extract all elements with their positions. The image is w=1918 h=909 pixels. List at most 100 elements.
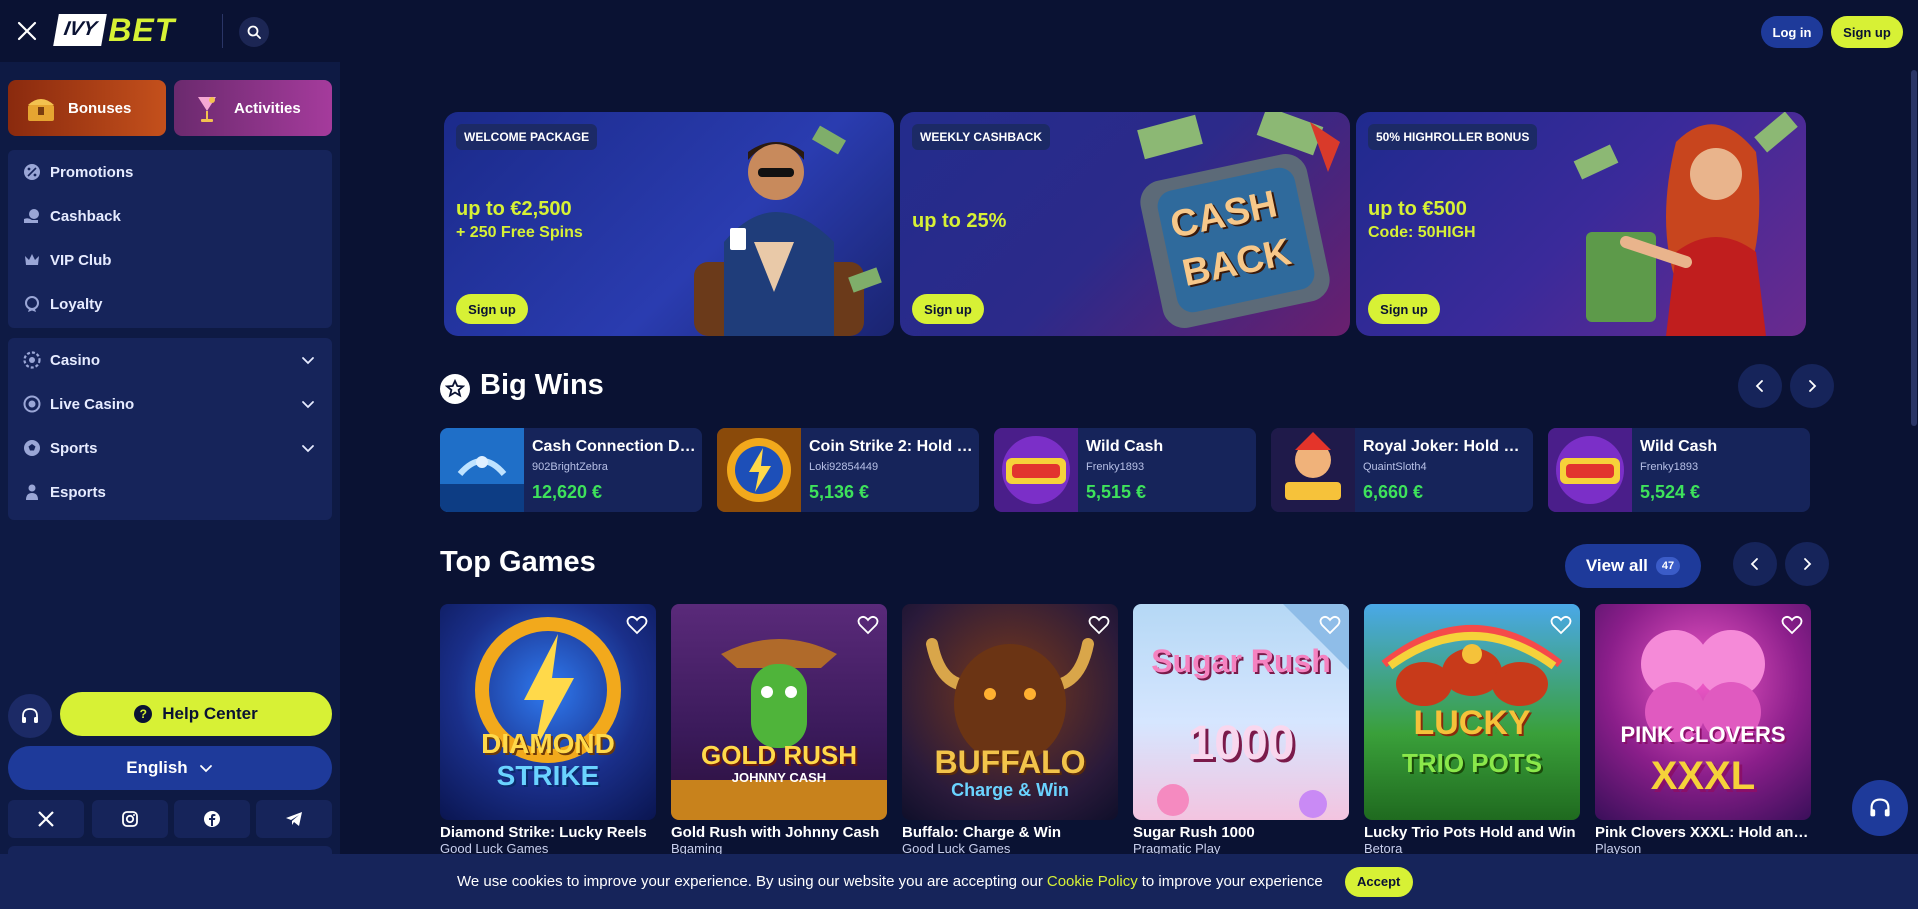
language-selector[interactable]: English (8, 746, 332, 790)
woman-illustration (1573, 112, 1798, 336)
big-win-card[interactable]: Coin Strike 2: Hold a... Loki92854449 5,… (717, 428, 979, 512)
win-amount: 5,515 € (1086, 482, 1147, 502)
live-support-button[interactable] (1852, 780, 1908, 836)
win-game-name: Coin Strike 2: Hold a... (809, 438, 973, 455)
chevron-left-icon (1750, 558, 1758, 570)
win-game-name: Royal Joker: Hold an... (1363, 438, 1527, 455)
favorite-heart-icon[interactable] (1781, 614, 1803, 636)
game-card[interactable]: PINK CLOVERS XXXL Pink Clovers XXXL: Hol… (1595, 604, 1811, 856)
game-card[interactable]: GOLD RUSH JOHNNY CASH Gold Rush with Joh… (671, 604, 887, 856)
help-center-button[interactable]: ? Help Center (60, 692, 332, 736)
game-art-title: GOLD RUSH (701, 740, 857, 770)
promo-headline: up to 25% (912, 210, 1007, 232)
headset-icon (1870, 798, 1890, 817)
promo-highroller[interactable]: 50% HIGHROLLER BONUS up to €500 Code: 50… (1356, 112, 1806, 336)
scrollbar-thumb[interactable] (1911, 70, 1917, 426)
sidebar-item-label: VIP Club (50, 251, 112, 269)
telegram-icon[interactable] (256, 800, 332, 838)
game-name: Buffalo: Charge & Win (902, 824, 1062, 841)
game-card[interactable]: Sugar Rush 1000 Sugar Rush 1000 Pragmati… (1133, 604, 1349, 856)
promo-cashback[interactable]: CASH BACK WEEKLY CASHBACK up to 25% Sign… (900, 112, 1350, 336)
language-label: English (126, 758, 188, 777)
promo-signup-button[interactable]: Sign up (456, 294, 528, 324)
favorite-heart-icon[interactable] (1550, 614, 1572, 636)
search-icon[interactable] (239, 17, 269, 47)
chevron-down-icon[interactable] (300, 440, 316, 456)
game-art-subtitle: STRIKE (496, 760, 600, 791)
favorite-heart-icon[interactable] (857, 614, 879, 636)
x-icon[interactable] (8, 800, 84, 838)
facebook-icon[interactable] (174, 800, 250, 838)
sidebar-item-label: Loyalty (50, 295, 103, 313)
game-card[interactable]: DIAMOND STRIKE Diamond Strike: Lucky Ree… (440, 604, 656, 856)
game-art-title: LUCKY (1413, 704, 1531, 742)
win-amount: 5,136 € (809, 482, 870, 502)
game-card[interactable]: LUCKY TRIO POTS Lucky Trio Pots Hold and… (1364, 604, 1580, 856)
sidebar-item-live-casino[interactable]: Live Casino (8, 382, 332, 426)
login-button[interactable]: Log in (1761, 16, 1823, 48)
game-card[interactable]: BUFFALO Charge & Win Buffalo: Charge & W… (902, 604, 1118, 856)
game-name: Sugar Rush 1000 (1133, 824, 1255, 841)
menu-secondary: Casino Live Casino Sports Esports (8, 338, 332, 520)
tab-bonuses-label: Bonuses (68, 99, 132, 117)
sidebar-item-sports[interactable]: Sports (8, 426, 332, 470)
cookie-policy-link[interactable]: Cookie Policy (1047, 873, 1138, 890)
close-icon[interactable] (16, 20, 38, 42)
signup-button[interactable]: Sign up (1831, 16, 1903, 48)
chevron-down-icon[interactable] (300, 396, 316, 412)
tab-bonuses[interactable]: Bonuses (8, 80, 166, 136)
promo-signup-button[interactable]: Sign up (1368, 294, 1440, 324)
sidebar-item-promotions[interactable]: Promotions (8, 150, 332, 194)
headset-icon[interactable] (8, 694, 52, 738)
game-art-title: Sugar Rush (1151, 643, 1331, 679)
sidebar-item-vip-club[interactable]: VIP Club (8, 238, 332, 282)
promo-welcome[interactable]: WELCOME PACKAGE up to €2,500 + 250 Free … (444, 112, 894, 336)
promo-tag: WEEKLY CASHBACK (912, 124, 1051, 150)
sidebar-item-esports[interactable]: Esports (8, 470, 332, 514)
game-thumbnail: PINK CLOVERS XXXL (1595, 604, 1811, 820)
game-thumbnail (1271, 428, 1355, 512)
cookie-banner: We use cookies to improve your experienc… (0, 854, 1918, 909)
view-all-button[interactable]: View all 47 (1565, 544, 1701, 588)
big-wins-prev-button[interactable] (1738, 364, 1782, 408)
top-bar: IVY BET Log in Sign up (0, 0, 1918, 62)
big-win-card[interactable]: Royal Joker: Hold an... QuaintSloth4 6,6… (1271, 428, 1533, 512)
favorite-heart-icon[interactable] (1319, 614, 1341, 636)
promo-headline: up to €500 (1368, 198, 1467, 220)
logo[interactable]: IVY BET (53, 14, 175, 46)
cookie-accept-button[interactable]: Accept (1344, 866, 1413, 897)
cashback-icon (22, 206, 42, 226)
win-game-name: Wild Cash (1086, 438, 1164, 455)
big-wins-title: Big Wins (480, 369, 604, 401)
promo-signup-button[interactable]: Sign up (912, 294, 984, 324)
gambler-illustration (694, 125, 882, 336)
game-art-title: BUFFALO (934, 744, 1086, 780)
favorite-heart-icon[interactable] (626, 614, 648, 636)
sidebar: Bonuses Activities Promotions Cashback V… (0, 62, 340, 909)
top-games-prev-button[interactable] (1733, 542, 1777, 586)
game-art-subtitle: Charge & Win (951, 780, 1069, 800)
instagram-icon[interactable] (92, 800, 168, 838)
tab-activities-label: Activities (234, 99, 301, 117)
tab-activities[interactable]: Activities (174, 80, 332, 136)
cookie-text: We use cookies to improve your experienc… (457, 873, 1043, 890)
big-win-card[interactable]: Cash Connection Do... 902BrightZebra 12,… (440, 428, 702, 512)
sidebar-item-loyalty[interactable]: Loyalty (8, 282, 332, 326)
win-amount: 5,524 € (1640, 482, 1701, 502)
big-win-card[interactable]: Wild Cash Frenky1893 5,524 € (1548, 428, 1810, 512)
chevron-right-icon (1809, 380, 1817, 392)
treasure-chest-icon (24, 91, 58, 125)
big-win-card[interactable]: Wild Cash Frenky1893 5,515 € (994, 428, 1256, 512)
top-games-next-button[interactable] (1785, 542, 1829, 586)
favorite-heart-icon[interactable] (1088, 614, 1110, 636)
sidebar-item-label: Esports (50, 483, 106, 501)
sidebar-item-label: Cashback (50, 207, 121, 225)
sidebar-item-casino[interactable]: Casino (8, 338, 332, 382)
promo-headline: up to €2,500 (456, 198, 572, 220)
big-wins-next-button[interactable] (1790, 364, 1834, 408)
chevron-down-icon[interactable] (300, 352, 316, 368)
sidebar-item-cashback[interactable]: Cashback (8, 194, 332, 238)
game-art-subtitle: JOHNNY CASH (731, 770, 827, 785)
question-icon: ? (134, 705, 153, 723)
game-thumbnail: GOLD RUSH JOHNNY CASH (671, 604, 887, 820)
